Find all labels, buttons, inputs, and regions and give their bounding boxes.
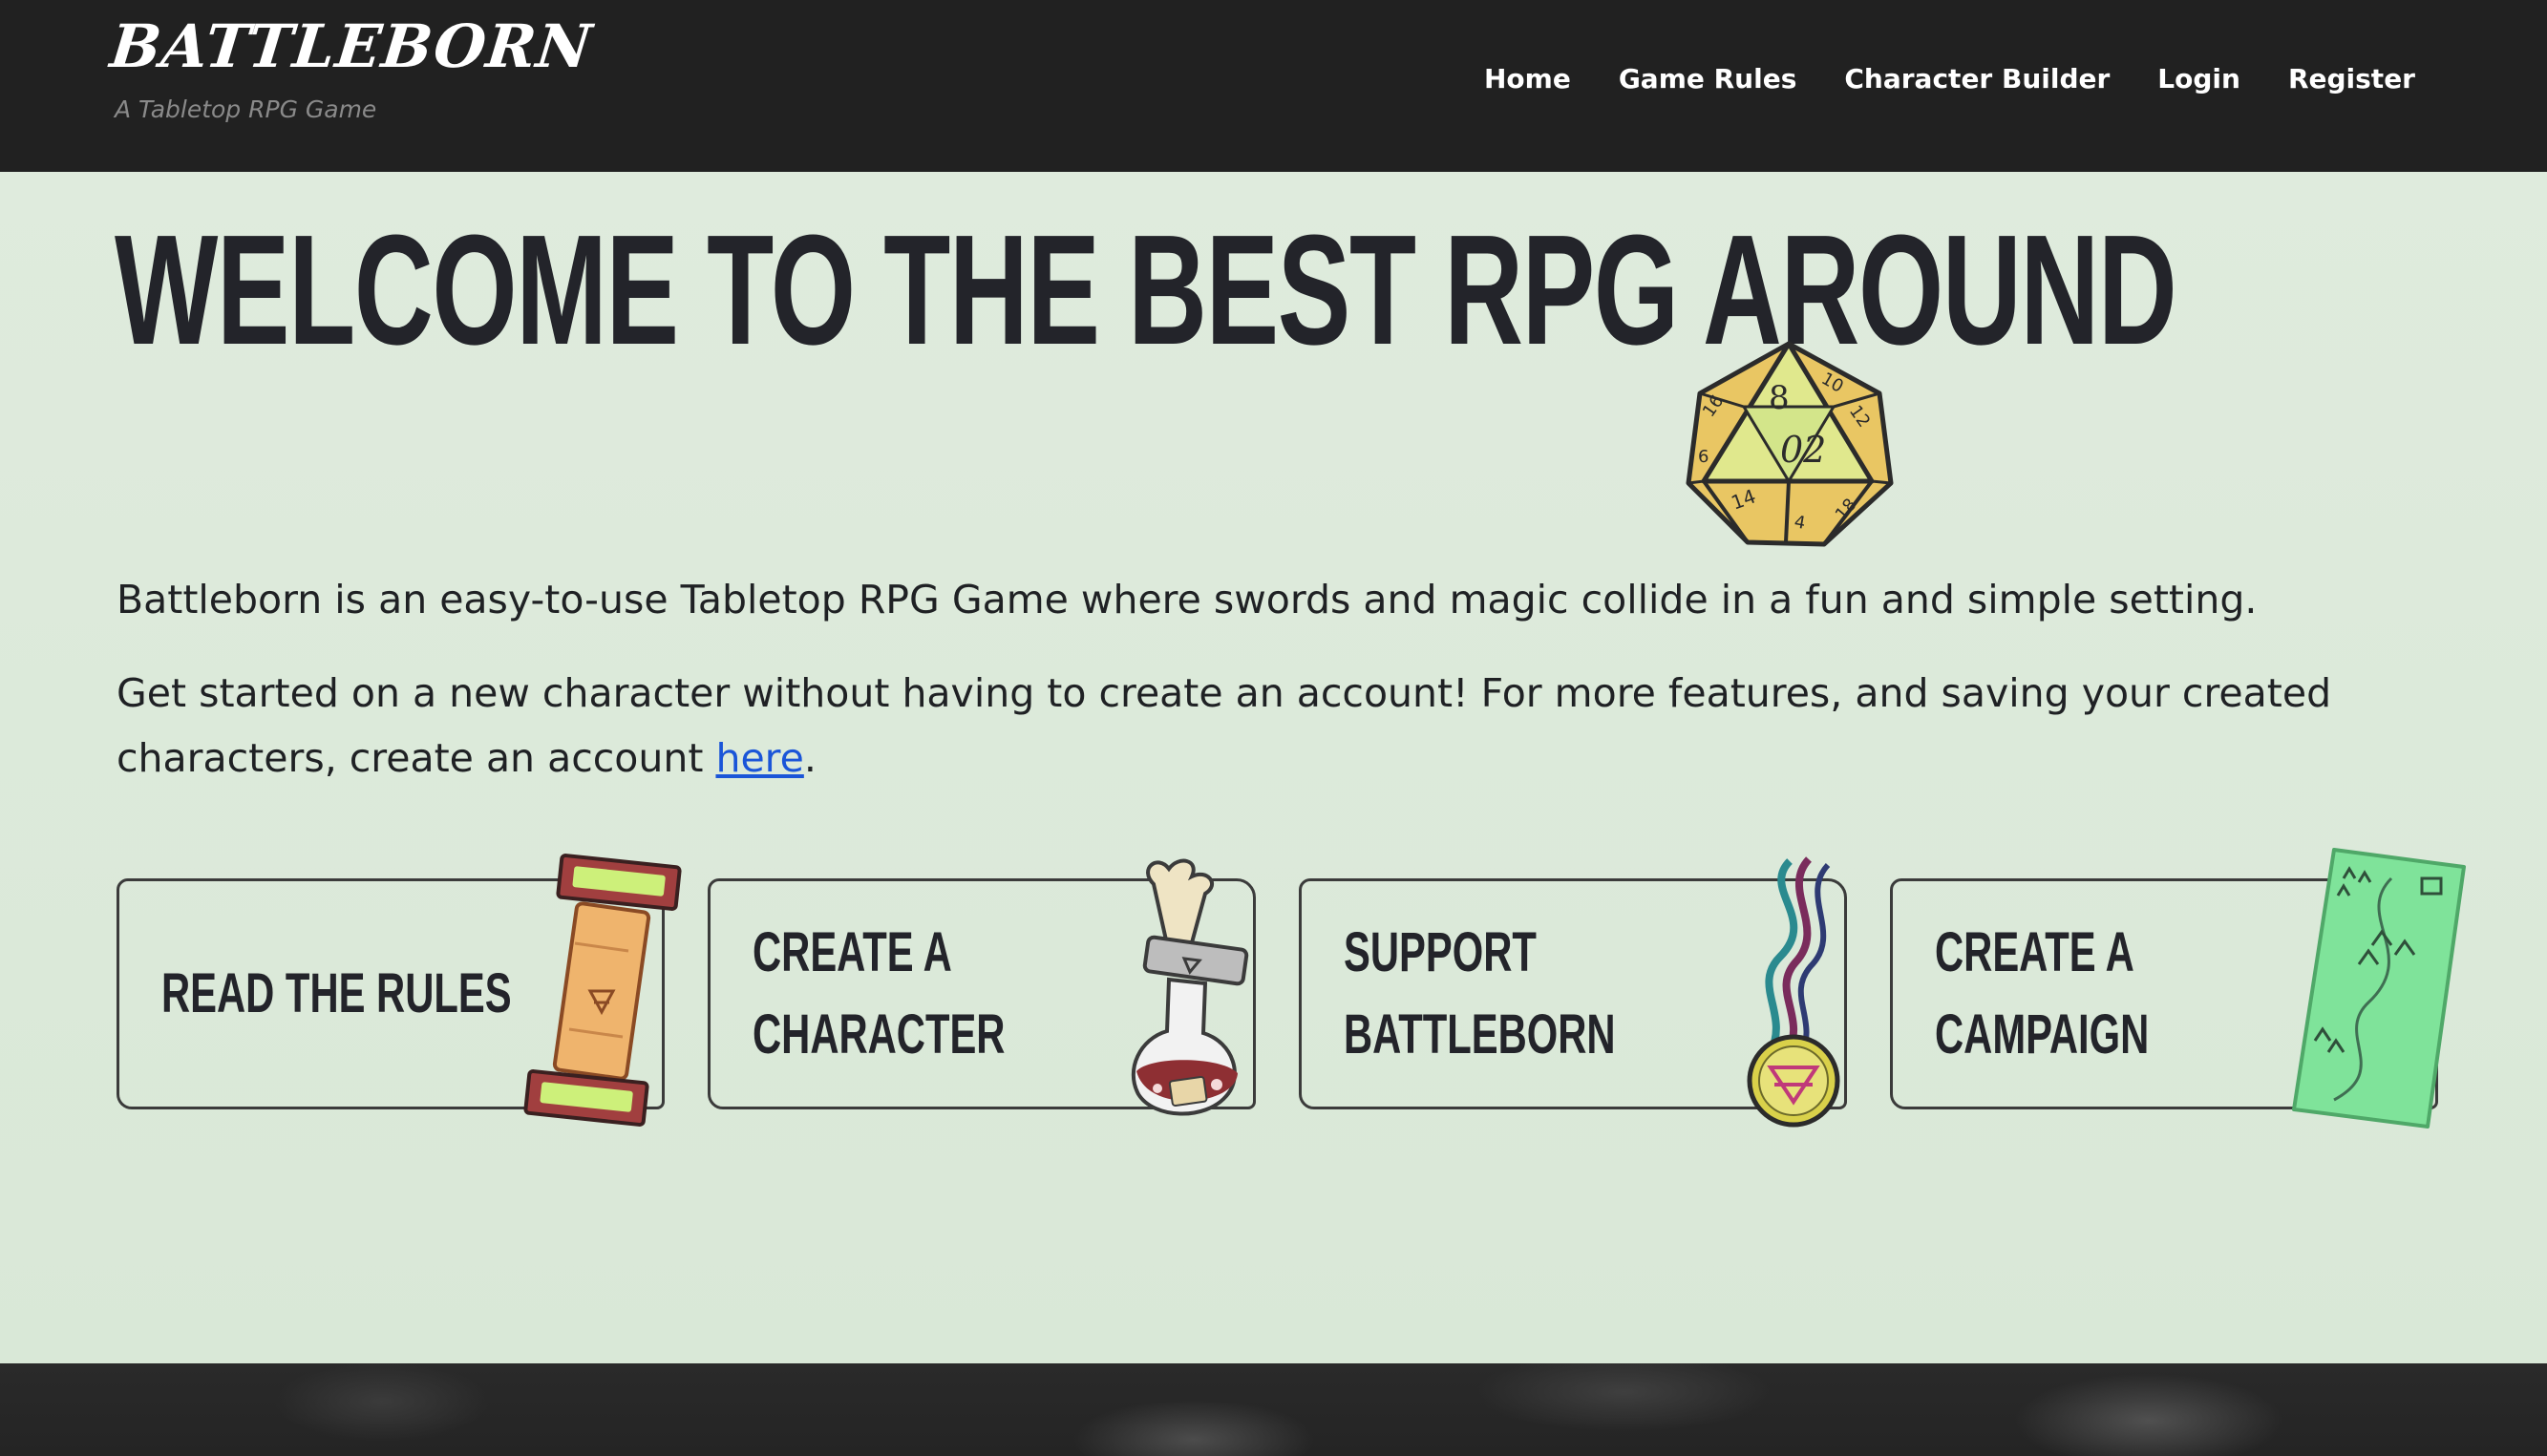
hero-account-text: Get started on a new character without h… bbox=[117, 661, 2447, 791]
brand-tagline: A Tabletop RPG Game bbox=[115, 95, 377, 123]
nav-character-builder-link[interactable]: Character Builder bbox=[1844, 63, 2110, 95]
svg-text:6: 6 bbox=[1698, 447, 1709, 467]
nav-home-link[interactable]: Home bbox=[1484, 63, 1571, 95]
hero-intro-text: Battleborn is an easy-to-use Tabletop RP… bbox=[117, 577, 2258, 622]
scroll-icon bbox=[523, 854, 682, 1127]
nav-register-link[interactable]: Register bbox=[2288, 63, 2415, 95]
map-icon bbox=[2292, 848, 2466, 1129]
nav-game-rules-link[interactable]: Game Rules bbox=[1619, 63, 1797, 95]
create-account-link[interactable]: here bbox=[715, 735, 803, 781]
card-label: CREATE A CHARACTER bbox=[753, 921, 1006, 1066]
brand[interactable]: BATTLEBORN A Tabletop RPG Game bbox=[107, 11, 595, 123]
card-label: CREATE A CAMPAIGN bbox=[1935, 921, 2150, 1066]
d20-die-icon: 8 10 12 16 02 6 14 4 18 bbox=[1686, 341, 1894, 547]
main-nav: Home Game Rules Character Builder Login … bbox=[1484, 63, 2415, 95]
svg-text:02: 02 bbox=[1780, 429, 1826, 471]
card-label: SUPPORT BATTLEBORN bbox=[1344, 921, 1616, 1066]
nav-login-link[interactable]: Login bbox=[2157, 63, 2240, 95]
medal-icon bbox=[1747, 856, 1840, 1128]
top-navbar: BATTLEBORN A Tabletop RPG Game Home Game… bbox=[0, 0, 2547, 172]
footer-texture-band bbox=[0, 1363, 2547, 1456]
card-label: READ THE RULES bbox=[161, 962, 512, 1024]
potion-icon bbox=[1132, 858, 1249, 1116]
brand-logo-title[interactable]: BATTLEBORN bbox=[107, 11, 595, 81]
hero-account-text-end: . bbox=[803, 735, 817, 781]
hero-account-text-start: Get started on a new character without h… bbox=[117, 670, 2332, 781]
svg-text:8: 8 bbox=[1769, 379, 1790, 417]
